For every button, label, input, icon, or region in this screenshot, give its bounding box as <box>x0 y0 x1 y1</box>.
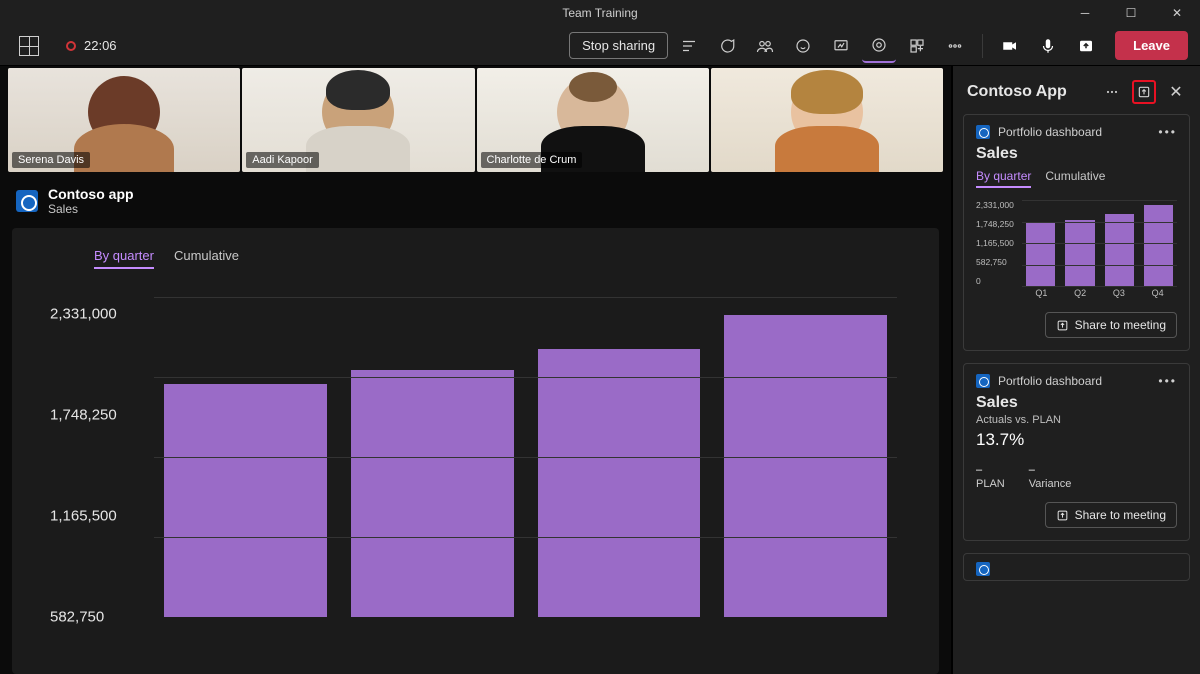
more-actions-icon[interactable] <box>938 29 972 63</box>
chart-tabs: By quarter Cumulative <box>94 248 907 269</box>
mic-toggle[interactable] <box>1031 29 1065 63</box>
participant-tile[interactable]: Aadi Kapoor <box>242 68 474 172</box>
participant-name: Charlotte de Crum <box>481 152 583 168</box>
gallery-layout-button[interactable] <box>12 29 46 63</box>
participant-tile[interactable]: Serena Davis <box>8 68 240 172</box>
kpi-plan-label: PLAN <box>976 478 1005 490</box>
tab-cumulative[interactable]: Cumulative <box>174 248 239 269</box>
kpi-variance-label: Variance <box>1029 478 1072 490</box>
kpi-value: 13.7% <box>976 430 1177 450</box>
people-icon[interactable] <box>748 29 782 63</box>
share-to-meeting-button[interactable]: Share to meeting <box>1045 312 1177 338</box>
app-badge-icon <box>976 125 990 139</box>
recording-indicator-icon <box>66 41 76 51</box>
window-title: Team Training <box>562 6 637 20</box>
window-close[interactable]: ✕ <box>1154 0 1200 26</box>
share-to-meeting-label: Share to meeting <box>1075 508 1166 522</box>
kpi-plan-value: – <box>976 464 1005 476</box>
dashboard-card-sales-kpi: Portfolio dashboard ••• Sales Actuals vs… <box>963 363 1190 541</box>
app-badge-icon <box>976 374 990 388</box>
leave-button[interactable]: Leave <box>1115 31 1188 60</box>
toolbar-divider <box>982 34 983 58</box>
participant-name: Serena Davis <box>12 152 90 168</box>
shared-app-subtitle: Sales <box>48 202 134 216</box>
stop-sharing-button[interactable]: Stop sharing <box>569 32 668 59</box>
window-minimize[interactable]: ─ <box>1062 0 1108 26</box>
card-header: Portfolio dashboard <box>998 125 1102 139</box>
participant-tile[interactable]: Charlotte de Crum <box>477 68 709 172</box>
card-header: Portfolio dashboard <box>998 374 1102 388</box>
kpi-variance-value: – <box>1029 464 1072 476</box>
shared-chart-card: By quarter Cumulative 2,331,0001,748,250… <box>12 228 939 674</box>
card-more-icon[interactable]: ••• <box>1158 374 1177 388</box>
participant-tile[interactable] <box>711 68 943 172</box>
dashboard-card-sales-chart: Portfolio dashboard ••• Sales By quarter… <box>963 114 1190 351</box>
camera-toggle[interactable] <box>993 29 1027 63</box>
recording-timer: 22:06 <box>84 38 117 53</box>
card-title: Sales <box>976 145 1177 163</box>
mini-tab-cumulative[interactable]: Cumulative <box>1045 169 1105 188</box>
panel-header: Contoso App ✕ <box>953 66 1200 114</box>
app-badge-icon <box>16 190 38 212</box>
os-titlebar: Team Training ─ ☐ ✕ <box>0 0 1200 26</box>
app-side-panel: Contoso App ✕ Portfolio dashboard ••• Sa… <box>952 66 1200 674</box>
app-badge-icon <box>976 562 990 576</box>
panel-more-icon[interactable] <box>1100 80 1124 104</box>
apps-icon[interactable] <box>900 29 934 63</box>
mini-sales-chart: 2,331,0001,748,2501,165,500582,7500 Q1Q2… <box>976 200 1177 300</box>
grid-icon <box>19 36 39 56</box>
sales-bar-chart: 2,331,0001,748,2501,165,500582,750 <box>44 297 907 617</box>
participant-strip: Serena Davis Aadi Kapoor Charlotte de Cr… <box>0 66 951 178</box>
whiteboard-icon[interactable] <box>824 29 858 63</box>
share-screen-button[interactable] <box>1069 29 1103 63</box>
panel-close-button[interactable]: ✕ <box>1164 80 1188 104</box>
meeting-toolbar: 22:06 Stop sharing <box>0 26 1200 66</box>
app-panel-icon[interactable] <box>862 29 896 63</box>
shared-app-name: Contoso app <box>48 186 134 202</box>
tab-by-quarter[interactable]: By quarter <box>94 248 154 269</box>
shared-app-header: Contoso app Sales <box>0 178 951 220</box>
card-title: Sales <box>976 394 1177 412</box>
share-to-meeting-label: Share to meeting <box>1075 318 1166 332</box>
card-subtitle: Actuals vs. PLAN <box>976 414 1177 426</box>
mini-tab-by-quarter[interactable]: By quarter <box>976 169 1031 188</box>
window-maximize[interactable]: ☐ <box>1108 0 1154 26</box>
panel-popout-button[interactable] <box>1132 80 1156 104</box>
reactions-icon[interactable] <box>786 29 820 63</box>
share-to-meeting-button[interactable]: Share to meeting <box>1045 502 1177 528</box>
panel-title: Contoso App <box>967 83 1092 101</box>
participant-name: Aadi Kapoor <box>246 152 319 168</box>
card-more-icon[interactable]: ••• <box>1158 125 1177 139</box>
dashboard-card-stub <box>963 553 1190 581</box>
chat-icon[interactable] <box>710 29 744 63</box>
notes-icon[interactable] <box>672 29 706 63</box>
